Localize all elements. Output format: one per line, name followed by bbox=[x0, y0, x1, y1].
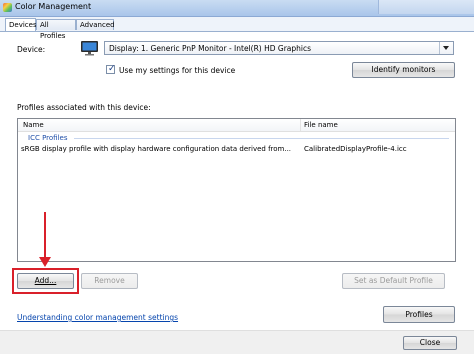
profiles-caption: Profiles associated with this device: bbox=[17, 103, 151, 112]
use-settings-checkbox[interactable]: ✓ bbox=[106, 64, 116, 74]
red-arrow-head-icon bbox=[39, 257, 51, 267]
tab-advanced[interactable]: Advanced bbox=[76, 19, 115, 30]
column-header-file[interactable]: File name bbox=[304, 121, 338, 129]
device-label: Device: bbox=[17, 45, 46, 54]
profile-row-file[interactable]: CalibratedDisplayProfile-4.icc bbox=[304, 145, 407, 153]
profiles-list[interactable]: Name File name ICC Profiles sRGB display… bbox=[17, 118, 456, 262]
title-bar: Color Management bbox=[0, 0, 474, 17]
device-select-value: Display: 1. Generic PnP Monitor - Intel(… bbox=[109, 44, 312, 53]
red-arrow-annotation bbox=[44, 212, 46, 259]
identify-monitors-button[interactable]: Identify monitors bbox=[352, 62, 455, 78]
monitor-icon bbox=[81, 41, 98, 56]
profiles-button[interactable]: Profiles bbox=[383, 306, 455, 323]
column-header-name[interactable]: Name bbox=[23, 121, 44, 129]
tab-divider bbox=[0, 31, 474, 32]
tab-devices[interactable]: Devices bbox=[5, 18, 37, 31]
remove-button[interactable]: Remove bbox=[81, 273, 138, 289]
device-select[interactable]: Display: 1. Generic PnP Monitor - Intel(… bbox=[104, 41, 454, 55]
help-link[interactable]: Understanding color management settings bbox=[17, 313, 178, 322]
group-header: ICC Profiles bbox=[28, 134, 68, 142]
column-separator[interactable] bbox=[300, 119, 301, 131]
checkmark-icon: ✓ bbox=[108, 64, 116, 74]
add-button-highlight bbox=[12, 268, 79, 294]
close-button[interactable]: Close bbox=[403, 336, 457, 350]
window-title: Color Management bbox=[15, 2, 92, 11]
title-bar-controls bbox=[378, 0, 474, 14]
tab-all-profiles[interactable]: All Profiles bbox=[36, 19, 76, 40]
profile-row-name[interactable]: sRGB display profile with display hardwa… bbox=[21, 145, 291, 153]
use-settings-label[interactable]: Use my settings for this device bbox=[119, 66, 235, 75]
color-management-icon bbox=[3, 3, 12, 12]
dropdown-arrow-icon[interactable] bbox=[439, 42, 453, 54]
set-default-profile-button[interactable]: Set as Default Profile bbox=[342, 273, 445, 289]
list-header: Name File name bbox=[18, 119, 455, 132]
group-divider bbox=[74, 138, 449, 139]
